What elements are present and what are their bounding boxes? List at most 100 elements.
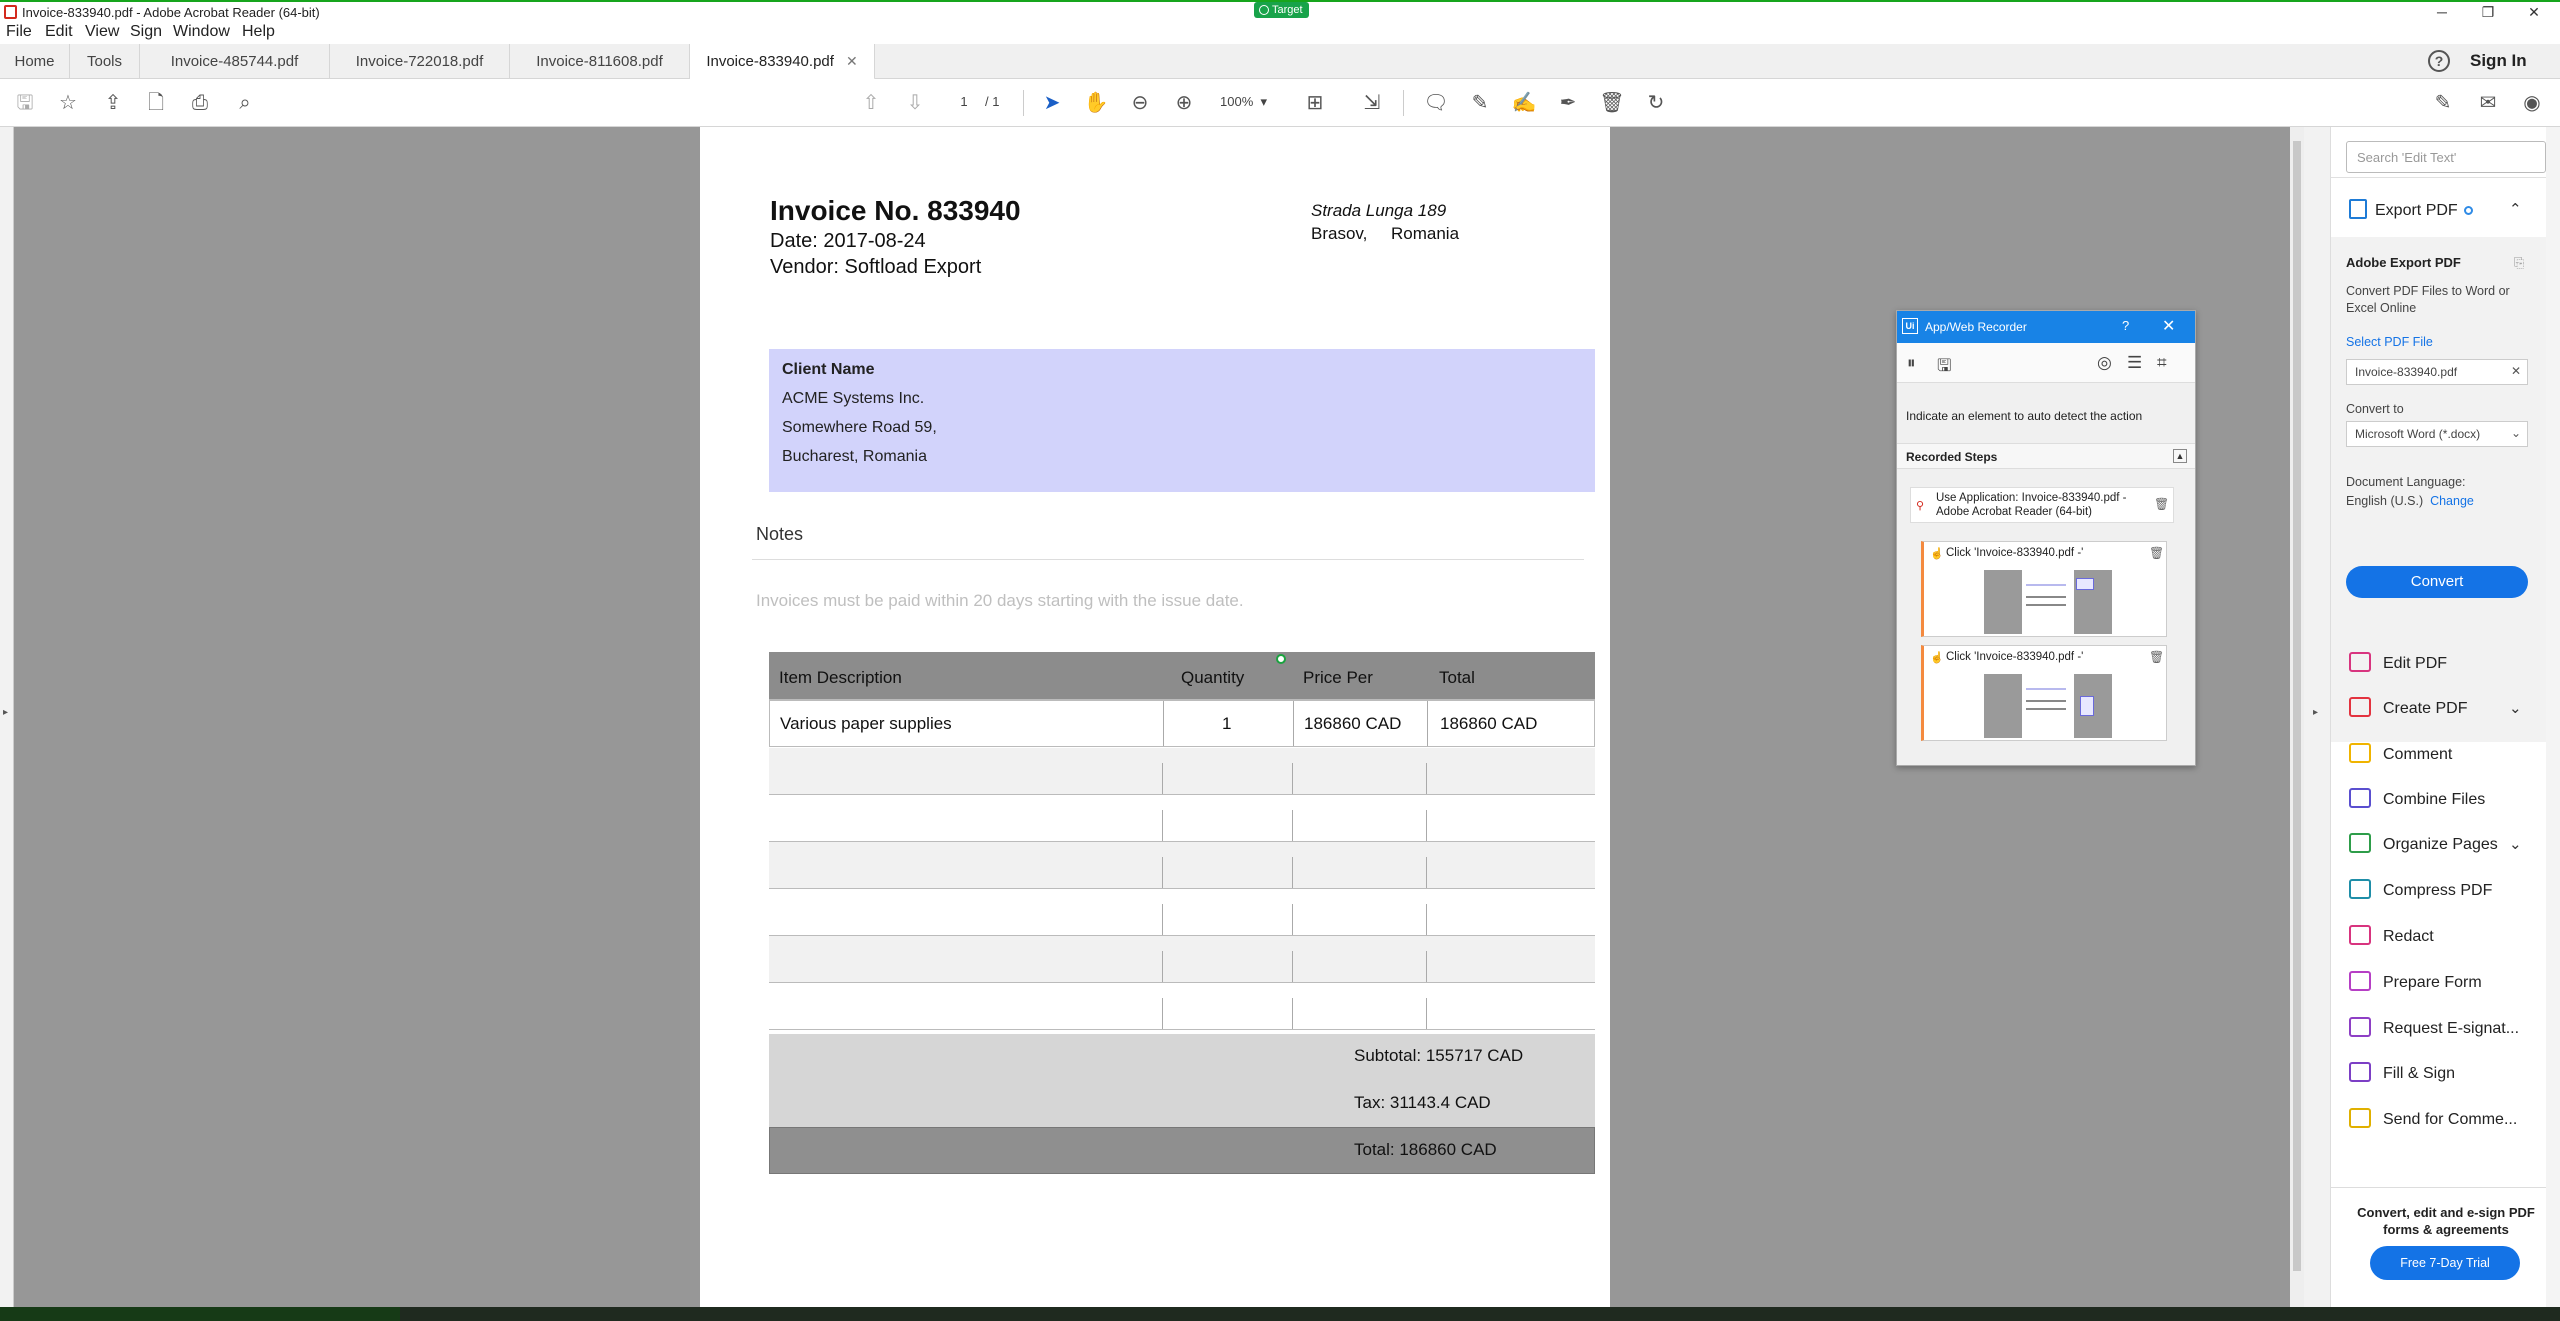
zoom-out-icon[interactable]: ⊖: [1127, 90, 1153, 116]
tool-combine-files[interactable]: Combine Files: [2349, 788, 2485, 812]
chevron-up-icon[interactable]: ⌃: [2509, 200, 2522, 218]
upload-cloud-icon[interactable]: ⇪: [100, 90, 126, 116]
page-fit-icon[interactable]: ⊞: [1302, 90, 1328, 116]
tool-prepare-form[interactable]: Prepare Form: [2349, 971, 2482, 995]
tab-document[interactable]: Invoice-722018.pdf: [330, 44, 510, 79]
menu-window[interactable]: Window: [173, 23, 230, 41]
chevron-down-icon[interactable]: ⌄: [2509, 697, 2522, 721]
collapse-right-pane-icon[interactable]: ▸: [2313, 707, 2318, 718]
convert-to-select[interactable]: Microsoft Word (*.docx) ⌄: [2346, 421, 2528, 447]
click-icon: ☝: [1930, 548, 1944, 560]
recorder-hint: Indicate an element to auto detect the a…: [1906, 409, 2143, 423]
free-trial-button[interactable]: Free 7-Day Trial: [2370, 1246, 2520, 1280]
tab-home[interactable]: Home: [0, 44, 70, 79]
find-zoom-icon[interactable]: ⌕: [232, 90, 258, 116]
left-panel-toggle-strip[interactable]: ▸: [0, 127, 14, 1307]
screenshot-icon[interactable]: ⌗: [2157, 353, 2167, 373]
request-esignature-icon: [2349, 1017, 2371, 1037]
target-record-icon[interactable]: ◎: [2097, 353, 2112, 373]
tool-search-input[interactable]: Search 'Edit Text': [2346, 141, 2546, 173]
tab-tools[interactable]: Tools: [70, 44, 140, 79]
delete-step-icon[interactable]: 🗑: [2154, 497, 2169, 511]
delete-step-icon[interactable]: 🗑: [2149, 546, 2164, 560]
minimize-button[interactable]: ─: [2420, 2, 2464, 22]
recorded-steps-header[interactable]: Recorded Steps ▲: [1897, 443, 2195, 469]
email-icon[interactable]: ✉: [2475, 90, 2501, 116]
selected-file-field[interactable]: Invoice-833940.pdf ✕: [2346, 359, 2528, 385]
comment-icon[interactable]: 🗨: [1423, 90, 1449, 116]
select-pdf-link[interactable]: Select PDF File: [2346, 335, 2433, 349]
previous-page-icon[interactable]: ⇧: [858, 90, 884, 116]
tab-document-active[interactable]: Invoice-833940.pdf ✕: [690, 44, 875, 80]
step-use-application[interactable]: ⚲ Use Application: Invoice-833940.pdf - …: [1910, 487, 2174, 523]
table-row-empty: [769, 936, 1595, 983]
export-pdf-header[interactable]: Export PDF: [2349, 199, 2473, 220]
delete-icon[interactable]: 🗑: [1599, 90, 1625, 116]
sign-in-link[interactable]: Sign In: [2470, 51, 2527, 71]
right-pane-toggle-strip[interactable]: ▸: [2304, 127, 2330, 1307]
menu-view[interactable]: View: [85, 23, 119, 41]
print-icon[interactable]: ⎙: [187, 90, 213, 116]
page-number-input[interactable]: 1: [951, 91, 977, 113]
next-page-icon[interactable]: ⇩: [902, 90, 928, 116]
recorder-close-icon[interactable]: ✕: [2162, 316, 2175, 336]
tool-label: Create PDF: [2383, 700, 2468, 717]
tool-edit-pdf[interactable]: Edit PDF: [2349, 652, 2447, 676]
scroll-mode-icon[interactable]: ⇲: [1359, 90, 1385, 116]
hand-tool-icon[interactable]: ✋: [1083, 90, 1109, 116]
client-city: Bucharest, Romania: [782, 448, 927, 465]
step-list-icon[interactable]: ☰: [2127, 353, 2142, 373]
close-window-button[interactable]: ✕: [2512, 2, 2556, 22]
change-language-link[interactable]: Change: [2430, 494, 2474, 508]
maximize-button[interactable]: ❐: [2466, 2, 2510, 22]
tool-compress-pdf[interactable]: Compress PDF: [2349, 879, 2492, 903]
expand-left-icon[interactable]: ▸: [3, 707, 8, 718]
tool-send-for-comments[interactable]: Send for Comme...: [2349, 1108, 2517, 1132]
menu-help[interactable]: Help: [242, 23, 275, 41]
convert-button[interactable]: Convert: [2346, 566, 2528, 598]
pause-icon[interactable]: ⏸: [1907, 353, 1916, 373]
tab-document[interactable]: Invoice-811608.pdf: [510, 44, 690, 79]
scrollbar-thumb[interactable]: [2293, 141, 2301, 1271]
tool-fill-sign[interactable]: Fill & Sign: [2349, 1062, 2455, 1086]
menu-edit[interactable]: Edit: [45, 23, 73, 41]
selected-file-name: Invoice-833940.pdf: [2355, 365, 2458, 379]
help-icon[interactable]: ?: [2428, 50, 2450, 72]
highlight-pen-icon[interactable]: ✎: [1467, 90, 1493, 116]
column-divider: [1292, 810, 1293, 841]
zoom-in-icon[interactable]: ⊕: [1171, 90, 1197, 116]
column-divider: [1163, 701, 1164, 746]
tab-document[interactable]: Invoice-485744.pdf: [140, 44, 330, 79]
step-click[interactable]: ☝ Click 'Invoice-833940.pdf -' 🗑: [1921, 541, 2167, 637]
chevron-down-icon[interactable]: ⌄: [2509, 833, 2522, 857]
sign-icon[interactable]: ✒: [1555, 90, 1581, 116]
draw-icon[interactable]: ✍: [1511, 90, 1537, 116]
tool-request-esignature[interactable]: Request E-signat...: [2349, 1017, 2519, 1041]
delete-step-icon[interactable]: 🗑: [2149, 650, 2164, 664]
save-icon[interactable]: 🖫: [12, 90, 38, 116]
save-recording-icon[interactable]: 🖫: [1937, 353, 1951, 382]
bookmark-star-icon[interactable]: ☆: [55, 90, 81, 116]
close-tab-icon[interactable]: ✕: [846, 53, 858, 69]
tool-redact[interactable]: Redact: [2349, 925, 2434, 949]
tool-create-pdf[interactable]: Create PDF ⌄: [2349, 697, 2522, 721]
export-pdf-title: Export PDF: [2375, 202, 2458, 219]
menu-sign[interactable]: Sign: [130, 23, 162, 41]
menu-file[interactable]: File: [6, 23, 32, 41]
clear-file-icon[interactable]: ✕: [2511, 364, 2521, 378]
collapse-icon[interactable]: ▲: [2173, 449, 2187, 463]
notes-heading: Notes: [756, 524, 804, 544]
copy-icon[interactable]: ⎘: [2514, 255, 2524, 271]
account-icon[interactable]: ◉: [2519, 90, 2545, 116]
step-click[interactable]: ☝ Click 'Invoice-833940.pdf -' 🗑: [1921, 645, 2167, 741]
zoom-level-select[interactable]: 100% ▾: [1220, 91, 1282, 113]
tools-pane-scrollbar[interactable]: [2546, 127, 2560, 1307]
tool-comment[interactable]: Comment: [2349, 743, 2452, 767]
recorder-help-icon[interactable]: ?: [2122, 318, 2129, 333]
tool-organize-pages[interactable]: Organize Pages ⌄: [2349, 833, 2522, 857]
fill-sign-icon[interactable]: ✎: [2430, 90, 2456, 116]
rotate-icon[interactable]: ↻: [1643, 90, 1669, 116]
create-document-icon[interactable]: 🗋: [143, 90, 169, 116]
document-scrollbar[interactable]: [2290, 127, 2304, 1307]
select-pointer-icon[interactable]: ➤: [1039, 90, 1065, 116]
